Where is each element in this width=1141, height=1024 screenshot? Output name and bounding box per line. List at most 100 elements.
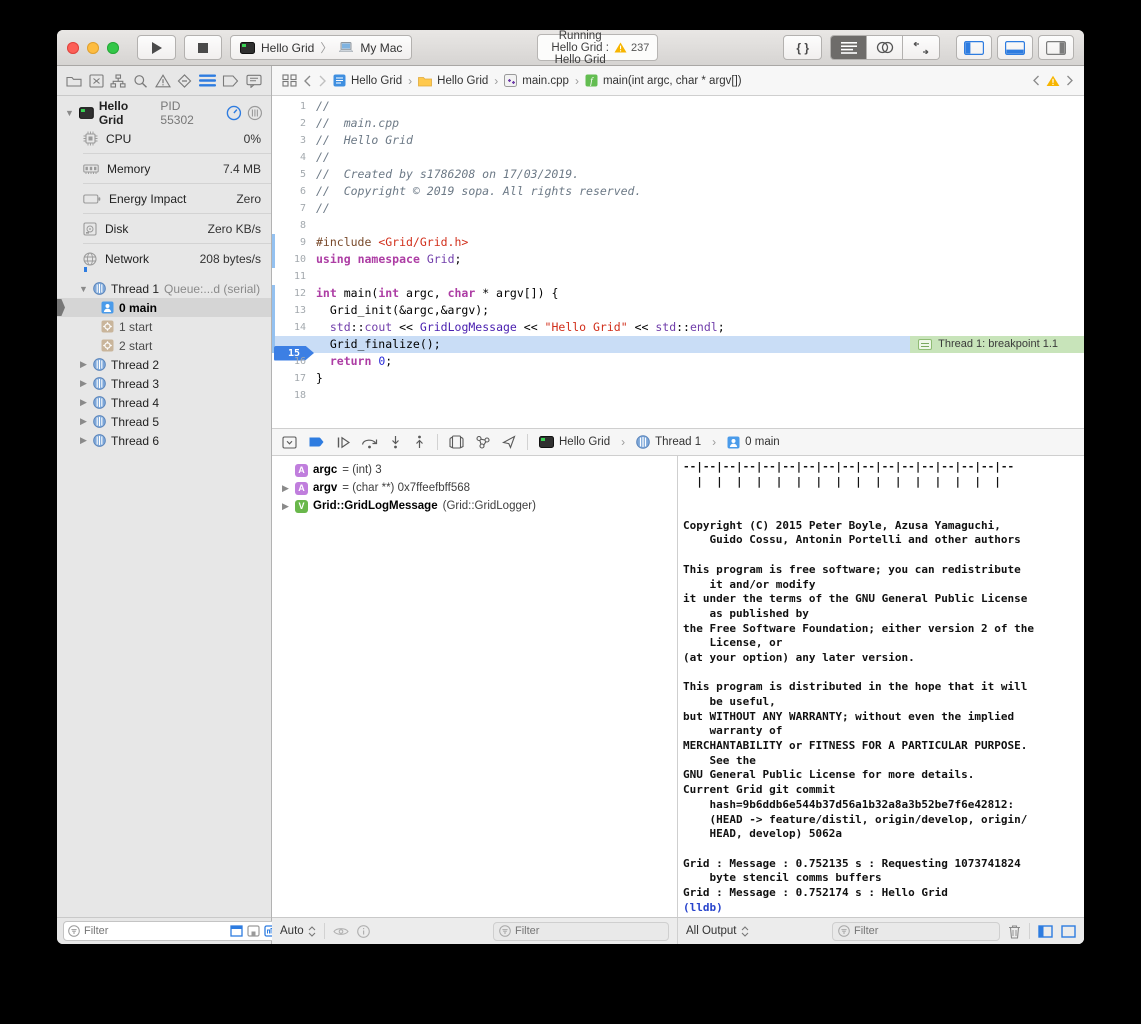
- code-line[interactable]: 13 Grid_init(&argc,&argv);: [272, 302, 1084, 319]
- line-number[interactable]: 17: [272, 370, 316, 387]
- continue-execution-button[interactable]: [336, 436, 350, 449]
- version-editor-button[interactable]: [903, 36, 939, 59]
- line-number[interactable]: 7: [272, 200, 316, 217]
- code-line[interactable]: 4//: [272, 149, 1084, 166]
- code-line[interactable]: 12int main(int argc, char * argv[]) {: [272, 285, 1084, 302]
- code-line[interactable]: 11: [272, 268, 1084, 285]
- disclosure-icon[interactable]: ▶: [79, 397, 88, 408]
- run-button[interactable]: [137, 35, 176, 60]
- debug-breadcrumb-process[interactable]: Hello Grid: [539, 436, 610, 448]
- variable-row[interactable]: Aargc= (int) 3: [272, 461, 677, 479]
- breakpoint-navigator-icon[interactable]: [222, 75, 239, 87]
- stop-button[interactable]: [184, 35, 222, 60]
- disclosure-icon[interactable]: ▶: [79, 416, 88, 427]
- debug-view-hierarchy-button[interactable]: [449, 435, 464, 449]
- thread-row[interactable]: ▶Thread 6: [57, 431, 271, 450]
- line-number[interactable]: 16: [272, 353, 316, 370]
- gauge-row-disk[interactable]: DiskZero KB/s: [57, 214, 271, 243]
- breakpoint-annotation[interactable]: Thread 1: breakpoint 1.1: [910, 336, 1084, 353]
- code-line[interactable]: 3// Hello Grid: [272, 132, 1084, 149]
- console-scope-popup[interactable]: All Output: [686, 925, 749, 937]
- line-number[interactable]: 2: [272, 115, 316, 132]
- toggle-navigator-button[interactable]: [956, 35, 992, 60]
- related-items-icon[interactable]: [282, 74, 297, 87]
- zoom-window-button[interactable]: [107, 42, 119, 54]
- line-number[interactable]: 3: [272, 132, 316, 149]
- variables-scope-popup[interactable]: Auto: [280, 925, 316, 937]
- stack-frame-row[interactable]: 1 start: [57, 317, 271, 336]
- line-number[interactable]: 18: [272, 387, 316, 404]
- thread-row[interactable]: ▼Thread 1Queue:...d (serial): [57, 279, 271, 298]
- thread-row[interactable]: ▶Thread 2: [57, 355, 271, 374]
- variables-filter-field[interactable]: [493, 922, 669, 941]
- quicklook-eye-icon[interactable]: [333, 926, 349, 937]
- gauge-row-network[interactable]: Network208 bytes/s: [57, 244, 271, 273]
- thread-row[interactable]: ▶Thread 3: [57, 374, 271, 393]
- code-line[interactable]: 15 Grid_finalize();Thread 1: breakpoint …: [272, 336, 1084, 353]
- disclosure-icon[interactable]: ▶: [79, 378, 88, 389]
- library-button[interactable]: { }: [783, 35, 822, 60]
- thread-row[interactable]: ▶Thread 5: [57, 412, 271, 431]
- code-line[interactable]: 17}: [272, 370, 1084, 387]
- gauge-row-battery[interactable]: Energy ImpactZero: [57, 184, 271, 213]
- stack-frame-row[interactable]: 2 start: [57, 336, 271, 355]
- hide-debug-area-button[interactable]: [282, 436, 297, 449]
- forward-button[interactable]: [318, 75, 327, 87]
- code-line[interactable]: 6// Copyright © 2019 sopa. All rights re…: [272, 183, 1084, 200]
- dock-variables-view-toggle[interactable]: [1038, 925, 1053, 938]
- disclosure-icon[interactable]: ▼: [79, 284, 88, 294]
- line-number[interactable]: 8: [272, 217, 316, 234]
- variables-filter-input[interactable]: [515, 925, 663, 937]
- next-issue-button[interactable]: [1066, 75, 1074, 86]
- console-filter-input[interactable]: [854, 925, 994, 937]
- project-navigator-icon[interactable]: [66, 74, 82, 88]
- line-number[interactable]: 13: [272, 302, 316, 319]
- disclosure-icon[interactable]: ▶: [79, 359, 88, 370]
- console-filter-field[interactable]: [832, 922, 1000, 941]
- breadcrumb-symbol[interactable]: f main(int argc, char * argv[]): [585, 74, 742, 87]
- disclosure-open-icon[interactable]: ▼: [65, 108, 74, 118]
- previous-issue-button[interactable]: [1032, 75, 1040, 86]
- line-number[interactable]: 11: [272, 268, 316, 285]
- warning-badge[interactable]: 237: [614, 42, 649, 54]
- code-line[interactable]: 1//: [272, 98, 1084, 115]
- find-navigator-icon[interactable]: [133, 74, 148, 88]
- code-line[interactable]: 5// Created by s1786208 on 17/03/2019.: [272, 166, 1084, 183]
- show-crashed-only-toggle[interactable]: [247, 925, 260, 937]
- debug-breadcrumb-thread[interactable]: Thread 1: [636, 435, 701, 449]
- variable-row[interactable]: ▶Aargv= (char **) 0x7ffeefbff568: [272, 479, 677, 497]
- debug-navigator-icon[interactable]: [199, 74, 216, 87]
- toggle-inspector-button[interactable]: [1038, 35, 1074, 60]
- disclosure-icon[interactable]: ▶: [281, 501, 290, 512]
- variable-row[interactable]: ▶VGrid::GridLogMessage(Grid::GridLogger): [272, 497, 677, 515]
- simulate-location-button[interactable]: [502, 435, 516, 449]
- line-number[interactable]: 12: [272, 285, 316, 302]
- toggle-debug-area-button[interactable]: [997, 35, 1033, 60]
- navigator-filter-field[interactable]: [63, 921, 282, 941]
- code-line[interactable]: 8: [272, 217, 1084, 234]
- source-control-navigator-icon[interactable]: [89, 74, 104, 88]
- info-icon[interactable]: [357, 925, 370, 938]
- assistant-editor-button[interactable]: [867, 36, 903, 59]
- line-number[interactable]: 1: [272, 98, 316, 115]
- close-window-button[interactable]: [67, 42, 79, 54]
- minimize-window-button[interactable]: [87, 42, 99, 54]
- line-number[interactable]: 14: [272, 319, 316, 336]
- symbol-navigator-icon[interactable]: [110, 74, 126, 88]
- line-number[interactable]: 9: [272, 234, 316, 251]
- breadcrumb-group[interactable]: Hello Grid: [418, 75, 488, 87]
- step-into-button[interactable]: [389, 435, 402, 449]
- breadcrumb-project[interactable]: Hello Grid: [333, 74, 402, 87]
- step-over-button[interactable]: [361, 436, 378, 449]
- standard-editor-button[interactable]: [831, 36, 867, 59]
- code-line[interactable]: 14 std::cout << GridLogMessage << "Hello…: [272, 319, 1084, 336]
- line-number[interactable]: 10: [272, 251, 316, 268]
- thread-row[interactable]: ▶Thread 4: [57, 393, 271, 412]
- view-process-by-queue-button[interactable]: [247, 105, 263, 121]
- console-output[interactable]: --|--|--|--|--|--|--|--|--|--|--|--|--|-…: [678, 456, 1084, 917]
- breadcrumb-file[interactable]: main.cpp: [504, 74, 569, 87]
- source-editor[interactable]: 1//2// main.cpp3// Hello Grid4//5// Crea…: [272, 96, 1084, 428]
- code-line[interactable]: 7//: [272, 200, 1084, 217]
- process-row[interactable]: ▼ Hello Grid PID 55302: [57, 102, 271, 124]
- code-line[interactable]: 2// main.cpp: [272, 115, 1084, 132]
